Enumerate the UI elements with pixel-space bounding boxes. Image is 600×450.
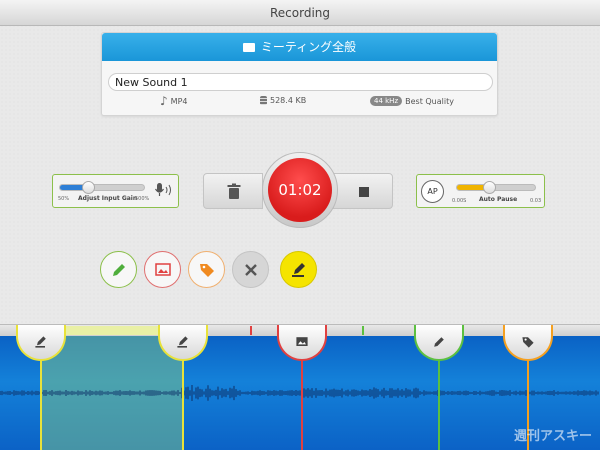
format-label: MP4 (170, 96, 188, 106)
recording-name-input[interactable] (108, 73, 493, 91)
gain-max-label: 500% (135, 196, 150, 202)
record-timer: 01:02 (268, 158, 332, 222)
input-gain-slider[interactable] (59, 181, 145, 194)
highlighter-tool-button[interactable] (280, 251, 317, 288)
highlighter-icon (291, 262, 305, 277)
sample-rate-badge: 44 kHz (370, 96, 403, 106)
delete-button[interactable] (203, 173, 263, 209)
format-info: ♪ MP4 (160, 94, 188, 108)
close-icon (244, 263, 257, 276)
quality-label: Best Quality (405, 96, 454, 106)
microphone-icon (155, 183, 171, 196)
stop-button[interactable] (333, 173, 393, 209)
recording-info-card: ミーティング全般 ♪ MP4 528.4 KB 44 kHz Best Qual… (101, 32, 498, 116)
image-icon (296, 337, 308, 346)
close-tool-button[interactable] (232, 251, 269, 288)
highlighter-icon (177, 336, 188, 348)
auto-pause-label: Auto Pause (479, 196, 518, 203)
timeline-marker-image (250, 326, 252, 335)
trash-icon (227, 183, 241, 199)
gain-label: Adjust Input Gain (78, 195, 138, 202)
auto-pause-slider[interactable] (456, 181, 536, 194)
card-header: ミーティング全般 (102, 33, 497, 61)
auto-pause-knob[interactable] (483, 181, 496, 194)
folder-icon (242, 43, 255, 52)
tag-tool-button[interactable] (188, 251, 225, 288)
music-note-icon: ♪ (160, 94, 168, 108)
gain-min-label: 50% (58, 196, 70, 202)
stop-icon (359, 187, 369, 197)
tag-icon (522, 337, 534, 348)
tag-icon (199, 263, 214, 277)
watermark: 週刊アスキー (513, 429, 592, 444)
auto-pause-toggle[interactable]: AP (421, 180, 444, 203)
pencil-tool-button[interactable] (100, 251, 137, 288)
auto-pause-max-label: 0.03 (530, 198, 542, 204)
card-title: ミーティング全般 (260, 40, 357, 54)
quality-info[interactable]: 44 kHz Best Quality (370, 96, 454, 106)
size-label: 528.4 KB (270, 96, 307, 105)
storage-icon (260, 96, 267, 105)
input-gain-panel: 50% Adjust Input Gain 500% (52, 174, 179, 208)
record-button[interactable]: 01:02 (262, 152, 338, 228)
input-gain-knob[interactable] (82, 181, 96, 194)
image-icon (154, 262, 171, 276)
auto-pause-panel: AP 0.00S Auto Pause 0.03 (416, 174, 545, 208)
timeline-marker-pencil (362, 326, 364, 335)
size-info: 528.4 KB (260, 96, 306, 105)
highlighter-icon (35, 336, 46, 348)
auto-pause-min-label: 0.00S (452, 198, 467, 204)
window-title: Recording (0, 0, 600, 26)
pencil-icon (112, 263, 125, 276)
pencil-icon (434, 337, 444, 347)
image-tool-button[interactable] (144, 251, 181, 288)
